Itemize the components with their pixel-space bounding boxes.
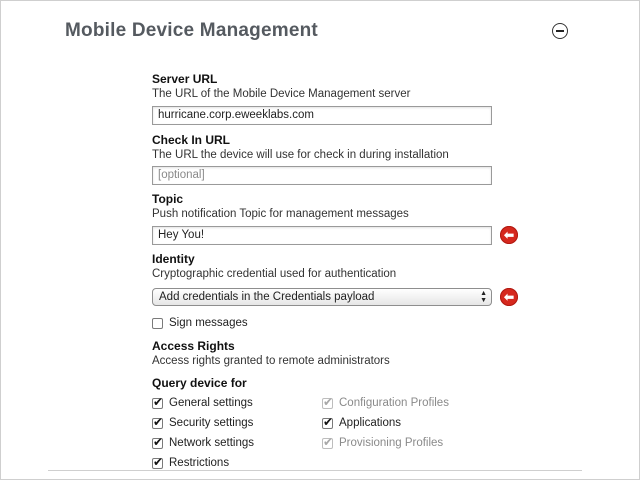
- select-arrows-icon: ▲ ▼: [480, 290, 487, 304]
- applications-label: Applications: [339, 417, 402, 429]
- section-divider: [48, 470, 582, 471]
- query-applications-row[interactable]: Applications: [322, 415, 402, 429]
- sign-messages-checkbox-row[interactable]: Sign messages: [152, 317, 248, 329]
- query-device-heading: Query device for: [152, 376, 247, 390]
- provisioning-profiles-label: Provisioning Profiles: [339, 437, 444, 449]
- check-in-url-label: Check In URL: [152, 133, 231, 147]
- check-in-url-description: The URL the device will use for check in…: [152, 149, 449, 161]
- identity-field: Identity Cryptographic credential used f…: [152, 252, 396, 280]
- network-settings-checkbox[interactable]: [152, 435, 163, 449]
- general-settings-checkbox[interactable]: [152, 395, 163, 409]
- collapse-icon[interactable]: [552, 23, 568, 39]
- topic-input[interactable]: Hey You!: [152, 226, 492, 245]
- server-url-field: Server URL The URL of the Mobile Device …: [152, 72, 410, 100]
- configuration-profiles-checkbox: [322, 395, 333, 409]
- server-url-input[interactable]: hurricane.corp.eweeklabs.com: [152, 106, 492, 125]
- access-rights-description: Access rights granted to remote administ…: [152, 355, 390, 367]
- query-general-settings-row[interactable]: General settings: [152, 395, 253, 409]
- identity-label: Identity: [152, 252, 195, 266]
- applications-checkbox[interactable]: [322, 415, 333, 429]
- query-configuration-profiles-row: Configuration Profiles: [322, 395, 449, 409]
- restrictions-label: Restrictions: [169, 457, 230, 469]
- server-url-label: Server URL: [152, 72, 218, 86]
- query-device-label: Query device for: [152, 376, 247, 390]
- query-restrictions-row[interactable]: Restrictions: [152, 455, 230, 469]
- query-provisioning-profiles-row: Provisioning Profiles: [322, 435, 444, 449]
- sign-messages-checkbox[interactable]: [152, 317, 163, 329]
- identity-description: Cryptographic credential used for authen…: [152, 268, 397, 280]
- identity-select-value: Add credentials in the Credentials paylo…: [159, 291, 375, 303]
- query-security-settings-row[interactable]: Security settings: [152, 415, 254, 429]
- identity-warning-icon[interactable]: ⬅: [500, 288, 518, 306]
- configuration-profiles-label: Configuration Profiles: [339, 397, 449, 409]
- topic-label: Topic: [152, 192, 184, 206]
- identity-select[interactable]: Add credentials in the Credentials paylo…: [152, 288, 492, 306]
- security-settings-checkbox[interactable]: [152, 415, 163, 429]
- security-settings-label: Security settings: [169, 417, 254, 429]
- access-rights-label: Access Rights: [152, 339, 235, 353]
- server-url-description: The URL of the Mobile Device Management …: [152, 88, 411, 100]
- restrictions-checkbox[interactable]: [152, 455, 163, 469]
- topic-field: Topic Push notification Topic for manage…: [152, 192, 409, 220]
- provisioning-profiles-checkbox: [322, 435, 333, 449]
- section-title: Mobile Device Management: [65, 20, 318, 41]
- check-in-url-input[interactable]: [optional]: [152, 166, 492, 185]
- general-settings-label: General settings: [169, 397, 253, 409]
- query-network-settings-row[interactable]: Network settings: [152, 435, 255, 449]
- sign-messages-label: Sign messages: [169, 317, 248, 329]
- access-rights-field: Access Rights Access rights granted to r…: [152, 339, 390, 367]
- check-in-url-field: Check In URL The URL the device will use…: [152, 133, 449, 161]
- topic-description: Push notification Topic for management m…: [152, 208, 409, 220]
- topic-warning-icon[interactable]: ⬅: [500, 226, 518, 244]
- network-settings-label: Network settings: [169, 437, 255, 449]
